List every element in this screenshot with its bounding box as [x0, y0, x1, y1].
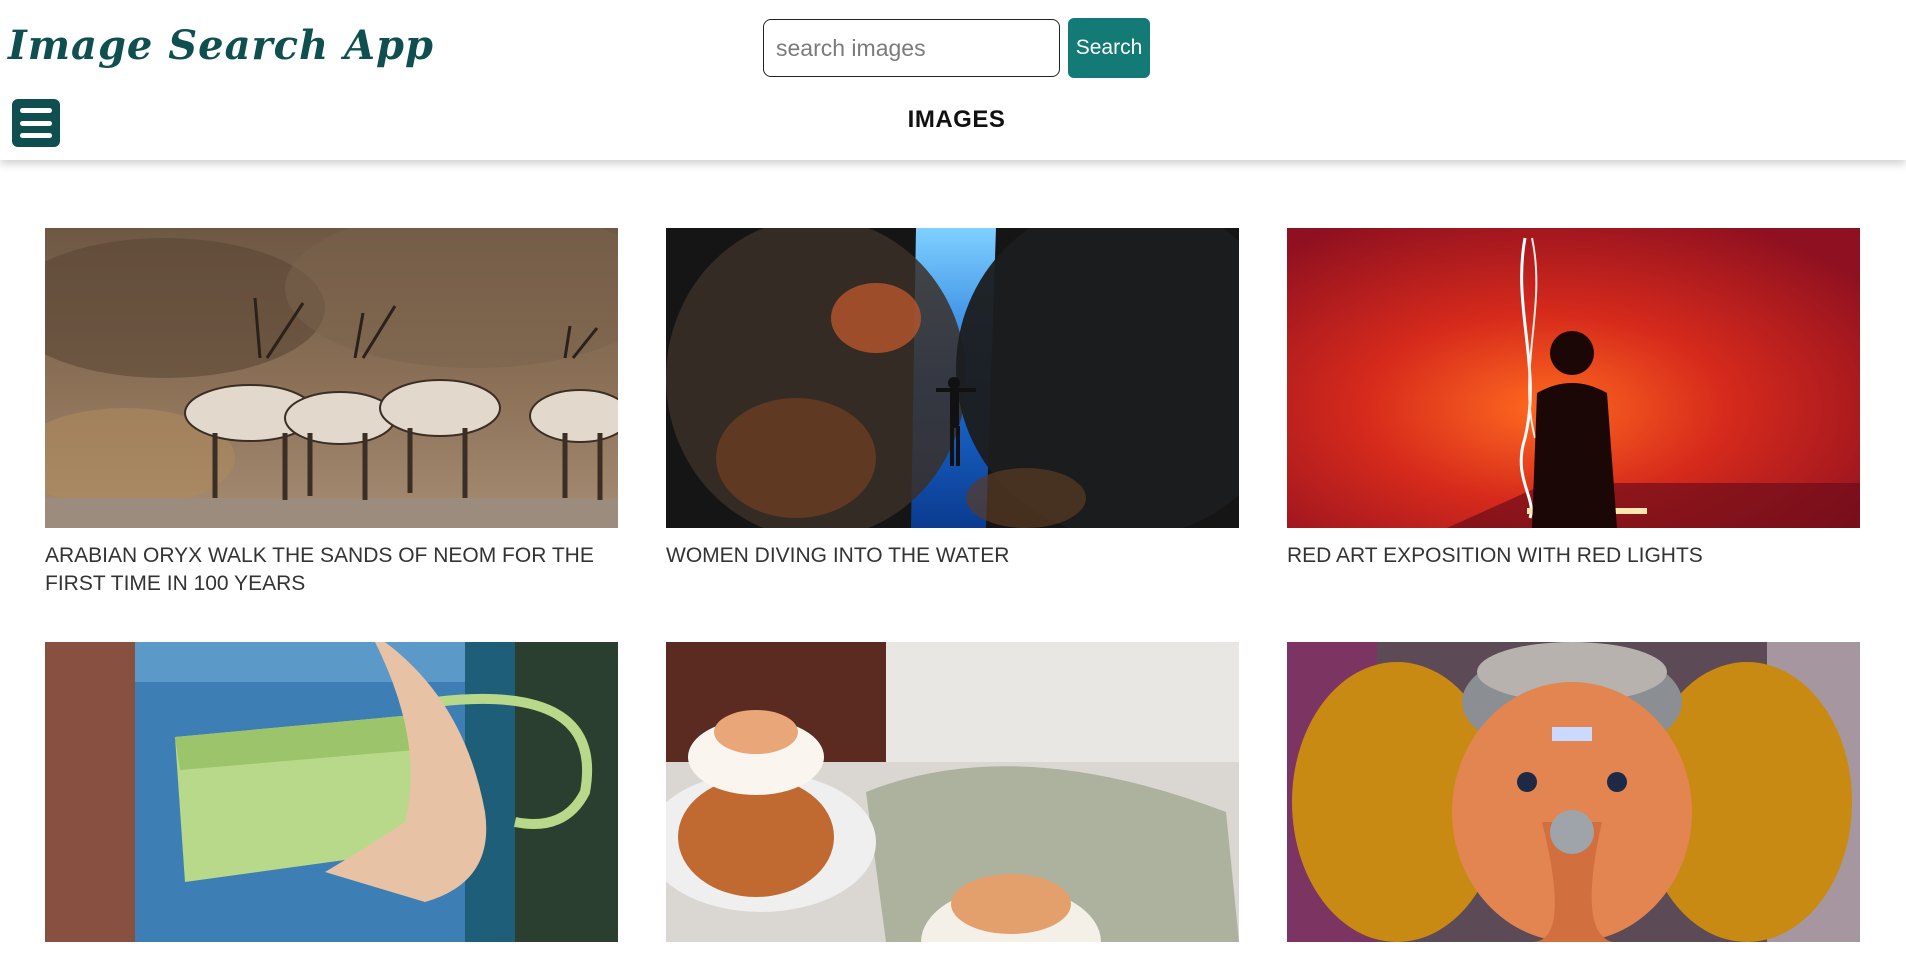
image-thumbnail-ganesha[interactable] — [1287, 642, 1860, 942]
image-thumbnail-red-art[interactable] — [1287, 228, 1860, 528]
image-thumbnail-oryx[interactable] — [45, 228, 618, 528]
image-card[interactable]: ARABIAN ORYX WALK THE SANDS OF NEOM FOR … — [45, 228, 618, 598]
image-thumbnail-green-bag[interactable] — [45, 642, 618, 942]
image-card[interactable] — [45, 642, 618, 956]
image-thumbnail-diver[interactable] — [666, 228, 1239, 528]
image-thumbnail-pastry[interactable] — [666, 642, 1239, 942]
top-header: Image Search App Search IMAGES — [0, 0, 1906, 160]
search-input[interactable] — [763, 19, 1060, 77]
search-button[interactable]: Search — [1068, 18, 1150, 78]
image-caption: RED ART EXPOSITION WITH RED LIGHTS — [1287, 544, 1703, 567]
image-card[interactable]: RED ART EXPOSITION WITH RED LIGHTS — [1287, 228, 1860, 570]
image-caption: WOMEN DIVING INTO THE WATER — [666, 544, 1010, 567]
image-card[interactable]: WOMEN DIVING INTO THE WATER — [666, 228, 1239, 570]
image-card[interactable] — [1287, 642, 1860, 956]
image-caption: ARABIAN ORYX WALK THE SANDS OF NEOM FOR … — [45, 544, 594, 595]
app-title: Image Search App — [8, 22, 434, 69]
image-card[interactable] — [666, 642, 1239, 956]
section-title: IMAGES — [907, 106, 1006, 133]
